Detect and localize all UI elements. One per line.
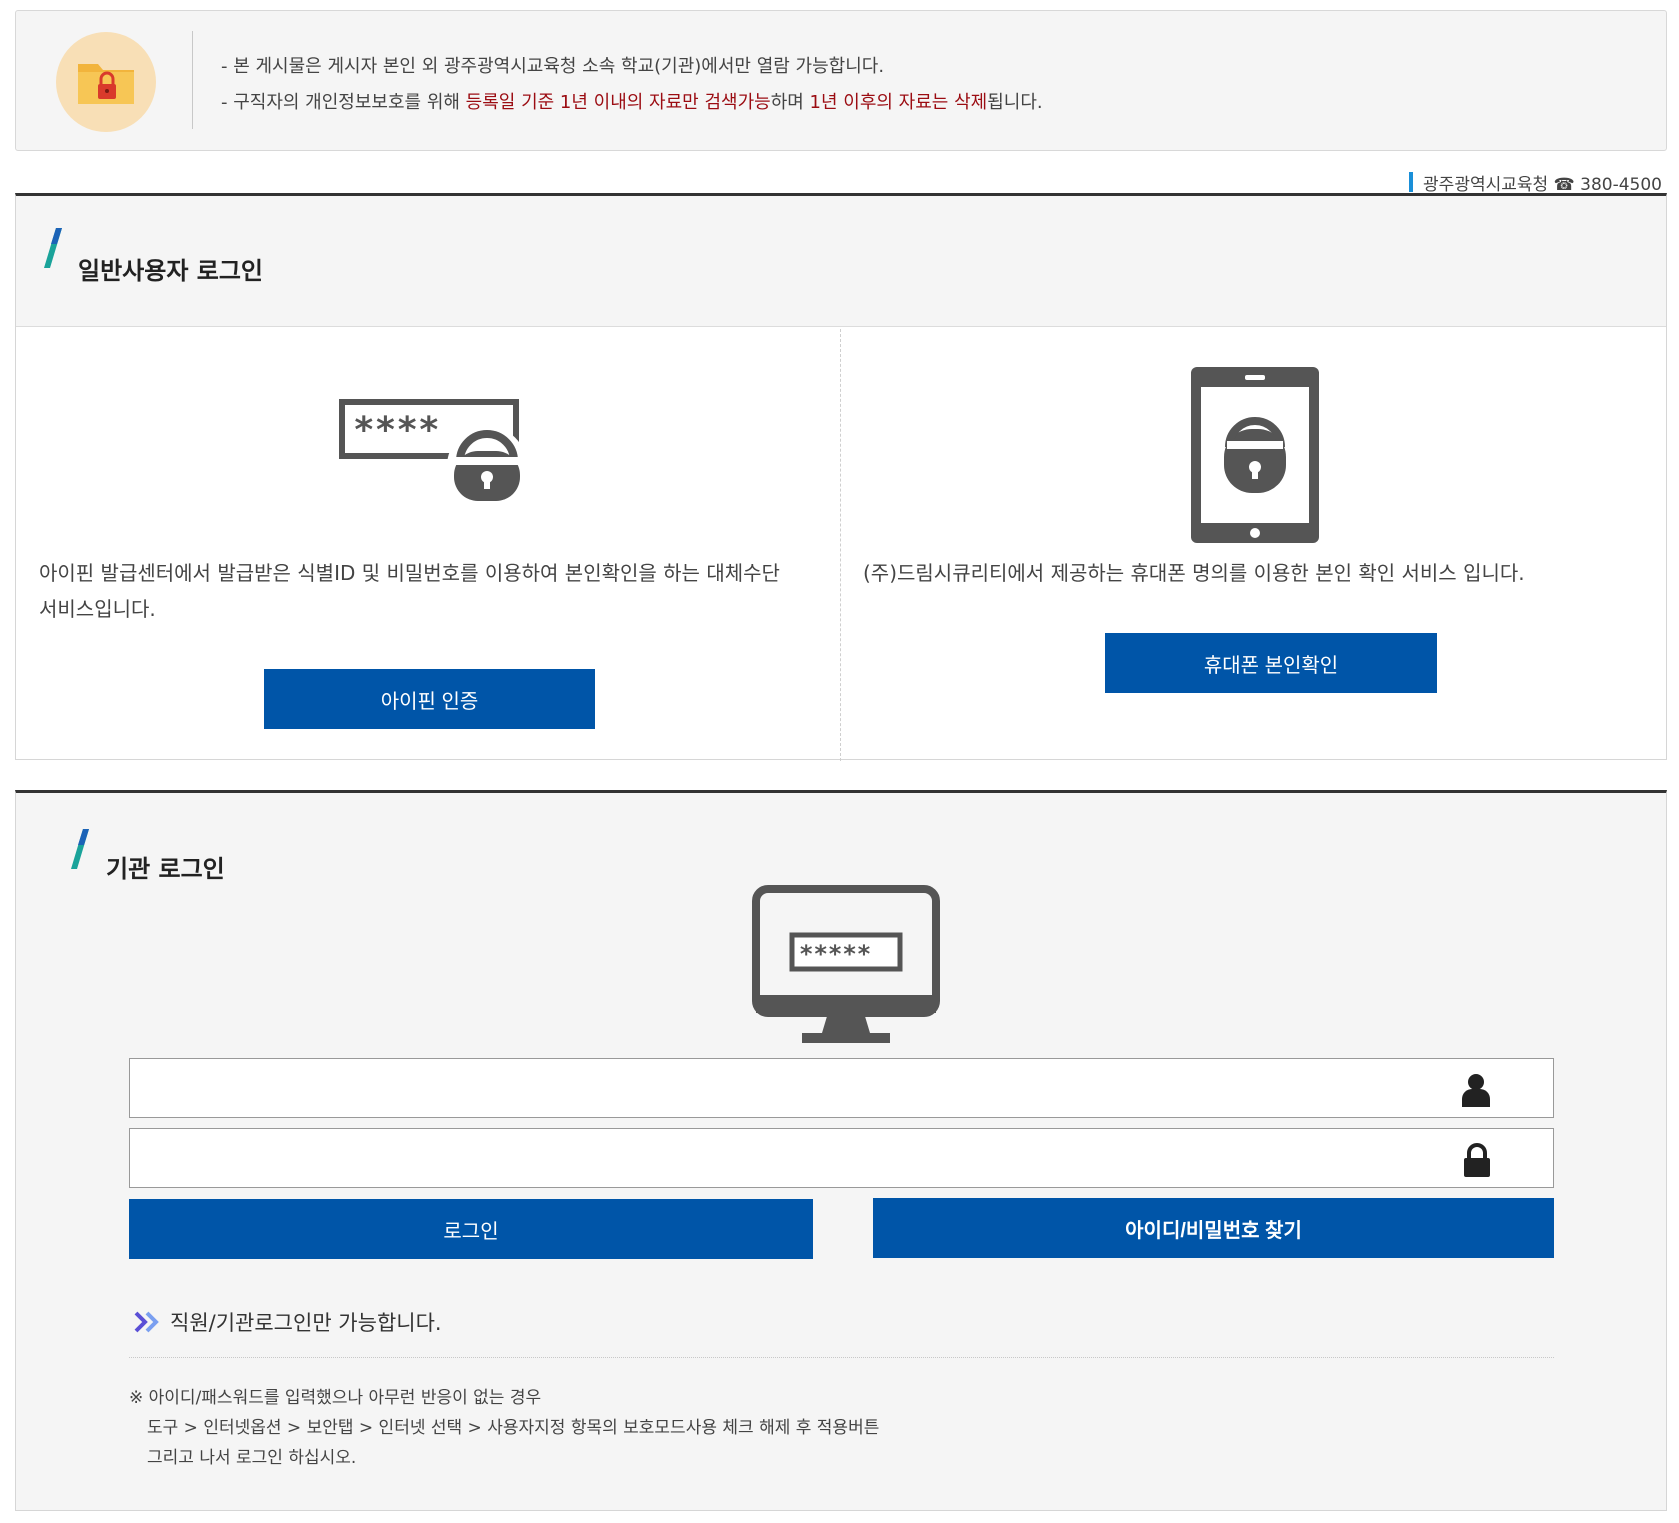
ipin-desc-line-2: 서비스입니다. [39, 597, 156, 621]
locked-folder-icon [56, 32, 156, 132]
contact-info: 광주광역시교육청 ☎ 380-4500 [1409, 170, 1662, 195]
find-id-password-button[interactable]: 아이디/비밀번호 찾기 [873, 1198, 1554, 1258]
password-input[interactable] [130, 1129, 1553, 1187]
notice-highlight-2: 1년 이후의 자료는 삭제 [809, 92, 988, 113]
institution-note: 직원/기관로그인만 가능합니다. [134, 1307, 442, 1337]
general-login-title: 일반사용자 로그인 [78, 257, 263, 285]
ipin-auth-button[interactable]: 아이핀 인증 [264, 669, 595, 729]
phone-lock-icon [1191, 367, 1319, 543]
notice-line-2-part: 됩니다. [987, 92, 1043, 113]
svg-text:****: **** [353, 410, 440, 451]
notice-text: - 본 게시물은 게시자 본인 외 광주광역시교육청 소속 학교(기관)에서만 … [221, 49, 1043, 121]
general-login-header: 일반사용자 로그인 [16, 196, 1666, 327]
id-field[interactable] [129, 1058, 1554, 1118]
ipin-password-lock-icon: **** [339, 399, 523, 505]
ipin-description: 아이핀 발급센터에서 발급받은 식별ID 및 비밀번호를 이용하여 본인확인을 … [39, 555, 780, 627]
dotted-divider [129, 1357, 1554, 1358]
title-slash-icon [44, 228, 62, 268]
notice-line-2-part: - 구직자의 개인정보보호를 위해 [221, 92, 466, 113]
help-line-3: 그리고 나서 로그인 하십시오. [147, 1448, 357, 1468]
phone-description: (주)드림시큐리티에서 제공하는 휴대폰 명의를 이용한 본인 확인 서비스 입… [863, 561, 1525, 585]
title-slash-icon [71, 829, 89, 869]
institution-login-title: 기관 로그인 [106, 855, 225, 883]
notice-divider [192, 31, 193, 129]
notice-highlight-1: 등록일 기준 1년 이내의 자료만 검색가능 [465, 92, 771, 113]
phone-panel: (주)드림시큐리티에서 제공하는 휴대폰 명의를 이용한 본인 확인 서비스 입… [842, 329, 1666, 761]
double-chevron-icon [134, 1311, 159, 1333]
help-line-2: 도구 > 인터넷옵션 > 보안탭 > 인터넷 선택 > 사용자지정 항목의 보호… [147, 1418, 880, 1438]
login-button[interactable]: 로그인 [129, 1199, 813, 1259]
password-field[interactable] [129, 1128, 1554, 1188]
svg-text:*****: ***** [799, 940, 871, 968]
monitor-password-icon: ***** [752, 885, 940, 1043]
notice-line-2: - 구직자의 개인정보보호를 위해 등록일 기준 1년 이내의 자료만 검색가능… [221, 85, 1043, 121]
id-input[interactable] [130, 1059, 1553, 1117]
ipin-desc-line-1: 아이핀 발급센터에서 발급받은 식별ID 및 비밀번호를 이용하여 본인확인을 … [39, 561, 780, 585]
institution-note-text: 직원/기관로그인만 가능합니다. [170, 1311, 442, 1335]
lock-icon [1464, 1143, 1490, 1177]
notice-line-2-part: 하며 [770, 92, 810, 113]
phone-verify-button[interactable]: 휴대폰 본인확인 [1105, 633, 1437, 693]
institution-login-section: 기관 로그인 ***** 로그인 아이디/비밀번호 찾기 직원/기관로그인만 가… [15, 790, 1667, 1511]
user-icon [1462, 1074, 1490, 1107]
notice-line-1: - 본 게시물은 게시자 본인 외 광주광역시교육청 소속 학교(기관)에서만 … [221, 56, 885, 77]
general-login-section: 일반사용자 로그인 **** 아이핀 발급센터에서 발급받은 식별ID 및 비밀… [15, 193, 1667, 761]
notice-box: - 본 게시물은 게시자 본인 외 광주광역시교육청 소속 학교(기관)에서만 … [15, 10, 1667, 151]
help-line-1: ※ 아이디/패스워드를 입력했으나 아무런 반응이 없는 경우 [129, 1388, 542, 1408]
ipin-panel: **** 아이핀 발급센터에서 발급받은 식별ID 및 비밀번호를 이용하여 본… [16, 329, 841, 761]
help-text: ※ 아이디/패스워드를 입력했으나 아무런 반응이 없는 경우 도구 > 인터넷… [129, 1383, 879, 1473]
